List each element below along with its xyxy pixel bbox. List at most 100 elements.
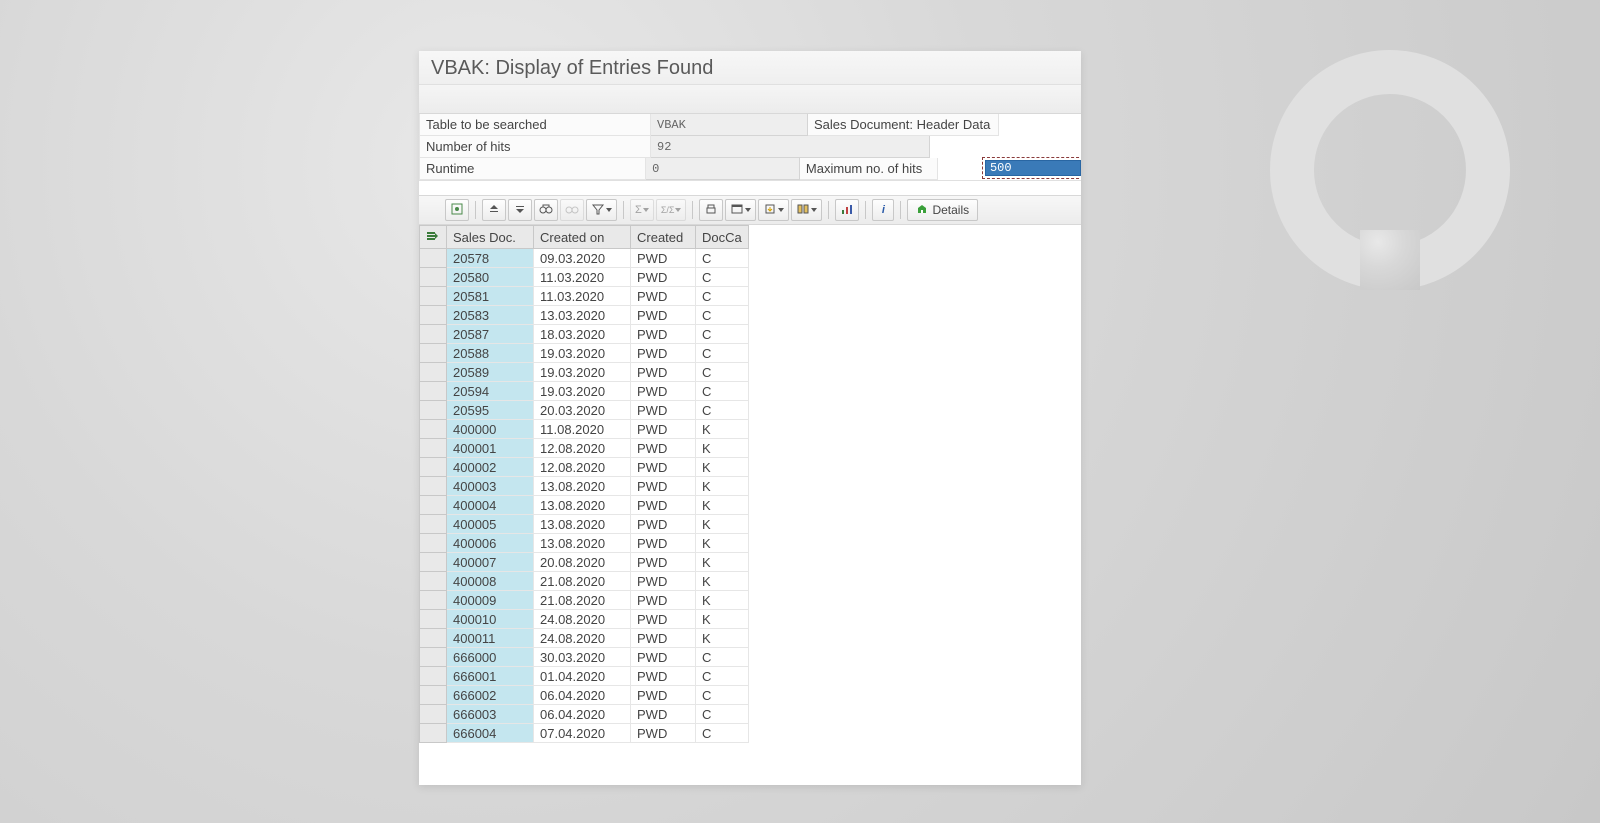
row-selector[interactable] bbox=[420, 496, 447, 515]
row-selector[interactable] bbox=[420, 249, 447, 268]
subtotal-button[interactable]: Σ/Σ bbox=[656, 199, 687, 221]
col-created-on[interactable]: Created on bbox=[534, 226, 631, 249]
row-selector[interactable] bbox=[420, 534, 447, 553]
cell-sales-doc: 400006 bbox=[447, 534, 534, 553]
table-row[interactable]: 40000821.08.2020PWDK bbox=[420, 572, 749, 591]
row-selector[interactable] bbox=[420, 648, 447, 667]
max-hits-input[interactable] bbox=[985, 160, 1081, 176]
sort-asc-button[interactable] bbox=[482, 199, 506, 221]
export-button[interactable] bbox=[758, 199, 789, 221]
row-selector[interactable] bbox=[420, 363, 447, 382]
table-row[interactable]: 66600306.04.2020PWDC bbox=[420, 705, 749, 724]
table-row[interactable]: 40000613.08.2020PWDK bbox=[420, 534, 749, 553]
row-selector[interactable] bbox=[420, 667, 447, 686]
col-sales-doc[interactable]: Sales Doc. bbox=[447, 226, 534, 249]
row-selector[interactable] bbox=[420, 458, 447, 477]
row-selector[interactable] bbox=[420, 553, 447, 572]
table-row[interactable]: 40000720.08.2020PWDK bbox=[420, 553, 749, 572]
row-selector[interactable] bbox=[420, 287, 447, 306]
table-row[interactable]: 2059419.03.2020PWDC bbox=[420, 382, 749, 401]
table-row[interactable]: 40000212.08.2020PWDK bbox=[420, 458, 749, 477]
table-row[interactable]: 2058111.03.2020PWDC bbox=[420, 287, 749, 306]
view-button[interactable] bbox=[725, 199, 756, 221]
table-row[interactable]: 40001124.08.2020PWDK bbox=[420, 629, 749, 648]
table-row[interactable]: 66600407.04.2020PWDC bbox=[420, 724, 749, 743]
cell-doc-cat: C bbox=[696, 268, 749, 287]
row-selector[interactable] bbox=[420, 344, 447, 363]
separator bbox=[828, 201, 829, 219]
table-row[interactable]: 2058819.03.2020PWDC bbox=[420, 344, 749, 363]
row-selector[interactable] bbox=[420, 401, 447, 420]
sum-button[interactable]: Σ bbox=[630, 199, 654, 221]
info-button[interactable]: i bbox=[872, 199, 894, 221]
row-selector[interactable] bbox=[420, 724, 447, 743]
choose-detail-button[interactable] bbox=[445, 199, 469, 221]
table-row[interactable]: 66600030.03.2020PWDC bbox=[420, 648, 749, 667]
table-row[interactable]: 40000313.08.2020PWDK bbox=[420, 477, 749, 496]
row-selector[interactable] bbox=[420, 629, 447, 648]
table-row[interactable]: 66600206.04.2020PWDC bbox=[420, 686, 749, 705]
select-all-button[interactable] bbox=[420, 226, 447, 249]
print-button[interactable] bbox=[699, 199, 723, 221]
table-row[interactable]: 2059520.03.2020PWDC bbox=[420, 401, 749, 420]
row-selector[interactable] bbox=[420, 306, 447, 325]
col-doc-cat[interactable]: DocCa bbox=[696, 226, 749, 249]
table-row[interactable]: 40001024.08.2020PWDK bbox=[420, 610, 749, 629]
window-toolbar bbox=[419, 85, 1081, 114]
chart-button[interactable] bbox=[835, 199, 859, 221]
filter-button[interactable] bbox=[586, 199, 617, 221]
row-selector[interactable] bbox=[420, 515, 447, 534]
table-row[interactable]: 66600101.04.2020PWDC bbox=[420, 667, 749, 686]
cell-sales-doc: 20595 bbox=[447, 401, 534, 420]
cell-doc-cat: K bbox=[696, 458, 749, 477]
table-row[interactable]: 2058011.03.2020PWDC bbox=[420, 268, 749, 287]
table-row[interactable]: 40000112.08.2020PWDK bbox=[420, 439, 749, 458]
find-next-button[interactable] bbox=[560, 199, 584, 221]
sort-desc-button[interactable] bbox=[508, 199, 532, 221]
table-row[interactable]: 2057809.03.2020PWDC bbox=[420, 249, 749, 268]
layout-button[interactable] bbox=[791, 199, 822, 221]
row-selector[interactable] bbox=[420, 572, 447, 591]
cell-created-on: 11.08.2020 bbox=[534, 420, 631, 439]
cell-created-on: 24.08.2020 bbox=[534, 610, 631, 629]
table-row[interactable]: 2058919.03.2020PWDC bbox=[420, 363, 749, 382]
cell-doc-cat: K bbox=[696, 496, 749, 515]
row-selector[interactable] bbox=[420, 420, 447, 439]
table-row[interactable]: 40000513.08.2020PWDK bbox=[420, 515, 749, 534]
settings-button[interactable] bbox=[455, 89, 475, 109]
cell-created-on: 30.03.2020 bbox=[534, 648, 631, 667]
row-selector[interactable] bbox=[420, 610, 447, 629]
table-row[interactable]: 40000011.08.2020PWDK bbox=[420, 420, 749, 439]
row-selector[interactable] bbox=[420, 477, 447, 496]
row-selector[interactable] bbox=[420, 686, 447, 705]
cell-created-on: 20.08.2020 bbox=[534, 553, 631, 572]
cell-sales-doc: 666002 bbox=[447, 686, 534, 705]
cell-created-by: PWD bbox=[631, 287, 696, 306]
cell-doc-cat: C bbox=[696, 401, 749, 420]
row-selector[interactable] bbox=[420, 325, 447, 344]
cell-created-on: 06.04.2020 bbox=[534, 686, 631, 705]
cell-created-on: 12.08.2020 bbox=[534, 458, 631, 477]
row-selector[interactable] bbox=[420, 268, 447, 287]
details-icon bbox=[916, 203, 928, 218]
find-button[interactable] bbox=[534, 199, 558, 221]
row-selector[interactable] bbox=[420, 439, 447, 458]
col-created-by[interactable]: Created bbox=[631, 226, 696, 249]
cell-doc-cat: C bbox=[696, 344, 749, 363]
table-row[interactable]: 40000921.08.2020PWDK bbox=[420, 591, 749, 610]
cell-created-by: PWD bbox=[631, 249, 696, 268]
table-row[interactable]: 2058313.03.2020PWDC bbox=[420, 306, 749, 325]
table-row[interactable]: 2058718.03.2020PWDC bbox=[420, 325, 749, 344]
details-button[interactable]: Details bbox=[907, 199, 978, 221]
table-row[interactable]: 40000413.08.2020PWDK bbox=[420, 496, 749, 515]
cell-sales-doc: 20578 bbox=[447, 249, 534, 268]
cell-doc-cat: C bbox=[696, 724, 749, 743]
refresh-button[interactable] bbox=[427, 89, 447, 109]
cell-created-by: PWD bbox=[631, 667, 696, 686]
row-selector[interactable] bbox=[420, 705, 447, 724]
cell-doc-cat: C bbox=[696, 325, 749, 344]
cell-created-on: 07.04.2020 bbox=[534, 724, 631, 743]
cell-doc-cat: C bbox=[696, 686, 749, 705]
row-selector[interactable] bbox=[420, 591, 447, 610]
row-selector[interactable] bbox=[420, 382, 447, 401]
